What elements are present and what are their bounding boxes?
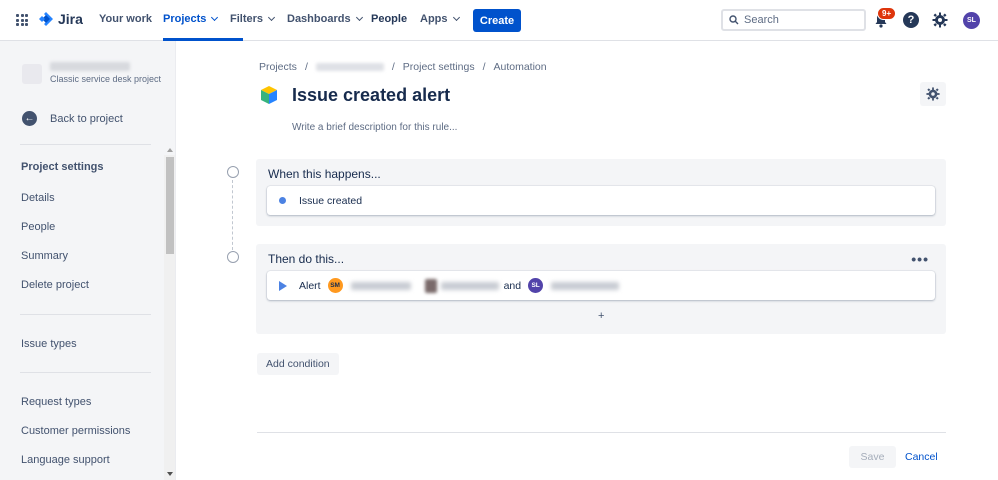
play-icon xyxy=(279,280,287,291)
footer-divider xyxy=(257,432,946,433)
trigger-dot-icon xyxy=(279,197,286,204)
nav-people-label: People xyxy=(371,13,408,25)
breadcrumb: Projects / / Project settings / Automati… xyxy=(259,61,547,73)
add-action-button[interactable]: + xyxy=(598,310,604,322)
nav-dashboards[interactable]: Dashboards xyxy=(287,13,363,25)
sidebar-item-delete-project[interactable]: Delete project xyxy=(21,279,89,291)
search-icon xyxy=(729,15,739,25)
breadcrumb-separator: / xyxy=(391,61,395,73)
recipient-photo-redacted xyxy=(424,278,437,293)
nav-apps-label: Apps xyxy=(420,13,448,25)
chevron-down-icon xyxy=(355,13,363,22)
chevron-down-icon xyxy=(452,13,460,22)
jira-logo-icon xyxy=(39,12,53,26)
action-panel: Then do this... ••• Alert SM and SL + xyxy=(256,244,946,334)
top-navigation: Jira Your work Projects Filters Dashboar… xyxy=(0,0,998,41)
back-label: Back to project xyxy=(50,112,123,125)
trigger-panel: When this happens... Issue created xyxy=(256,159,946,226)
notifications-badge: 9+ xyxy=(877,7,897,20)
sidebar-item-details[interactable]: Details xyxy=(21,192,55,204)
recipient-avatar: SL xyxy=(528,278,544,293)
save-button[interactable]: Save xyxy=(849,446,896,468)
arrow-left-icon: ← xyxy=(22,111,37,126)
create-button[interactable]: Create xyxy=(473,9,521,32)
nav-your-work-label: Your work xyxy=(99,13,152,25)
sidebar-item-summary[interactable]: Summary xyxy=(21,250,68,262)
scrollbar-thumb[interactable] xyxy=(166,157,174,254)
rule-description-field[interactable]: Write a brief description for this rule.… xyxy=(292,122,457,133)
cancel-button[interactable]: Cancel xyxy=(903,446,940,468)
recipient-name-redacted xyxy=(440,281,499,290)
settings-gear-icon[interactable] xyxy=(932,12,948,28)
breadcrumb-project-settings[interactable]: Project settings xyxy=(403,61,475,73)
back-to-project-link[interactable]: ← Back to project xyxy=(22,111,123,126)
trigger-label: Issue created xyxy=(299,194,363,207)
action-card[interactable]: Alert SM and SL xyxy=(267,271,935,300)
timeline-node xyxy=(227,251,239,263)
logo-text: Jira xyxy=(58,11,83,27)
automation-rule-icon xyxy=(261,86,277,104)
nav-apps[interactable]: Apps xyxy=(420,13,460,25)
sidebar-divider xyxy=(20,372,151,373)
nav-filters[interactable]: Filters xyxy=(230,13,276,25)
action-heading: Then do this... xyxy=(268,252,345,266)
sidebar-item-language-support[interactable]: Language support xyxy=(21,454,110,466)
search-box[interactable] xyxy=(721,9,866,31)
nav-dashboards-label: Dashboards xyxy=(287,13,351,25)
search-input[interactable] xyxy=(744,14,854,26)
recipient-avatar: SM xyxy=(327,278,343,293)
timeline-node xyxy=(227,166,239,178)
user-avatar[interactable]: SL xyxy=(963,12,980,29)
breadcrumb-projects[interactable]: Projects xyxy=(259,61,297,73)
breadcrumb-separator: / xyxy=(304,61,308,73)
rule-title[interactable]: Issue created alert xyxy=(292,85,450,106)
help-icon[interactable]: ? xyxy=(903,12,919,28)
sidebar-divider xyxy=(20,144,151,145)
recipient-name-redacted xyxy=(350,281,411,290)
action-verb: Alert xyxy=(299,279,321,292)
jira-logo[interactable]: Jira xyxy=(38,11,83,27)
sidebar-item-people[interactable]: People xyxy=(21,221,55,233)
trigger-heading: When this happens... xyxy=(268,167,381,181)
sidebar-divider xyxy=(20,314,151,315)
timeline-connector xyxy=(232,180,233,250)
scroll-down-icon[interactable] xyxy=(167,472,173,476)
project-type: Classic service desk project xyxy=(50,74,162,84)
trigger-card[interactable]: Issue created xyxy=(267,186,935,215)
conjunction: and xyxy=(503,279,522,292)
breadcrumb-separator: / xyxy=(482,61,486,73)
project-avatar xyxy=(22,64,42,84)
sidebar-item-request-types[interactable]: Request types xyxy=(21,396,91,408)
breadcrumb-project-redacted[interactable] xyxy=(315,63,384,71)
breadcrumb-automation[interactable]: Automation xyxy=(494,61,547,73)
nav-filters-label: Filters xyxy=(230,13,264,25)
sidebar-item-issue-types[interactable]: Issue types xyxy=(21,338,77,350)
project-name-redacted xyxy=(50,62,130,71)
nav-your-work[interactable]: Your work xyxy=(99,13,152,25)
sidebar-heading: Project settings xyxy=(21,161,104,173)
scroll-up-icon[interactable] xyxy=(167,148,173,152)
app-switcher-icon[interactable] xyxy=(16,14,28,26)
gear-icon xyxy=(926,87,940,101)
chevron-down-icon xyxy=(211,13,219,22)
add-condition-button[interactable]: Add condition xyxy=(257,353,339,375)
more-options-icon[interactable]: ••• xyxy=(911,251,929,267)
recipient-name-redacted xyxy=(551,281,620,290)
nav-projects-label: Projects xyxy=(163,13,207,25)
project-sidebar: Classic service desk project ← Back to p… xyxy=(0,41,176,480)
nav-projects[interactable]: Projects xyxy=(163,13,219,25)
rule-settings-button[interactable] xyxy=(920,82,946,106)
sidebar-item-customer-permissions[interactable]: Customer permissions xyxy=(21,425,130,437)
chevron-down-icon xyxy=(267,13,276,22)
nav-people[interactable]: People xyxy=(371,13,407,25)
